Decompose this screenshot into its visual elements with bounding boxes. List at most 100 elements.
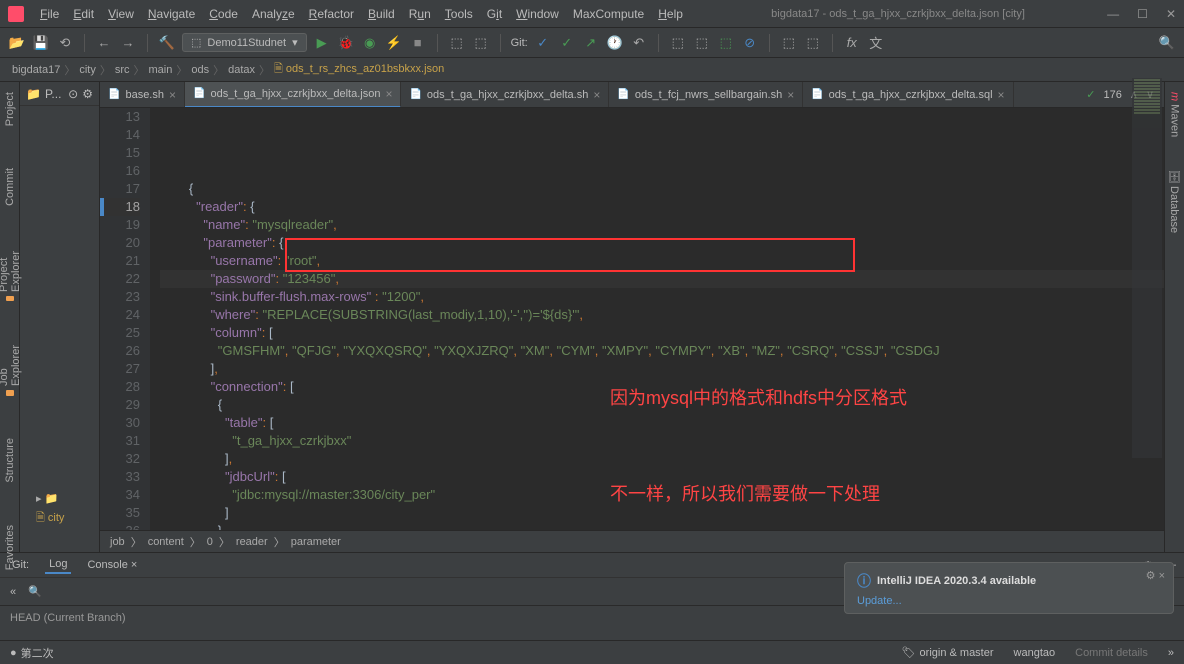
open-icon[interactable]: 📂 [8, 34, 26, 52]
translate-icon[interactable]: 文 [867, 34, 885, 52]
search-icon[interactable]: 🔍 [28, 585, 42, 598]
menu-build[interactable]: Build [362, 5, 401, 23]
side-database[interactable]: 🗄 Database [1166, 163, 1183, 239]
profile-icon[interactable]: ⚡ [385, 34, 403, 52]
crumb[interactable]: city [75, 64, 100, 76]
menu-analyze[interactable]: Analyze [246, 5, 301, 23]
forward-icon[interactable]: → [119, 34, 137, 52]
menu-run[interactable]: Run [403, 5, 437, 23]
notif-close-icon[interactable]: ⚙ × [1146, 569, 1165, 582]
menu-navigate[interactable]: Navigate [142, 5, 201, 23]
git-push-icon[interactable]: ↗ [582, 34, 600, 52]
branch-status[interactable]: 🏷 origin & master [902, 646, 994, 659]
project-tree[interactable]: ▸ 📁 🗎 city [20, 106, 99, 534]
tab-delta-sh[interactable]: 📄ods_t_ga_hjxx_czrkjbxx_delta.sh× [401, 82, 609, 108]
git-rollback-icon[interactable]: ↶ [630, 34, 648, 52]
crumb[interactable]: bigdata17 [8, 64, 64, 76]
side-structure[interactable]: Structure [2, 432, 18, 489]
extra6-icon[interactable]: ⬚ [804, 34, 822, 52]
menu-file[interactable]: File [34, 5, 65, 23]
bc[interactable]: content [148, 536, 184, 548]
notif-title: IntelliJ IDEA 2020.3.4 available [857, 571, 1161, 591]
code-editor[interactable]: 1314151617181920212223242526272829303132… [100, 108, 1164, 530]
arrow-icon[interactable]: « [10, 586, 16, 598]
log-tab[interactable]: Log [45, 556, 71, 574]
debug-icon[interactable]: 🐞 [337, 34, 355, 52]
close-icon[interactable]: ✕ [1166, 7, 1176, 21]
bc[interactable]: reader [236, 536, 268, 548]
right-sidebar: m Maven 🗄 Database [1164, 82, 1184, 552]
extra4-icon[interactable]: ⊘ [741, 34, 759, 52]
crumb[interactable]: main [145, 64, 177, 76]
menu-edit[interactable]: Edit [67, 5, 100, 23]
user-status: wangtao [1014, 647, 1056, 659]
refresh-icon[interactable]: ⟲ [56, 34, 74, 52]
commit-details[interactable]: Commit details [1075, 647, 1148, 659]
left-sidebar: Project Commit Project Explorer Job Expl… [0, 82, 20, 552]
side-favorites[interactable]: Favorites [2, 519, 18, 576]
notif-update-link[interactable]: Update... [857, 595, 1161, 607]
side-maven[interactable]: m Maven [1167, 86, 1183, 143]
git-history-icon[interactable]: 🕐 [606, 34, 624, 52]
bc[interactable]: 0 [207, 536, 213, 548]
side-commit[interactable]: Commit [2, 162, 18, 212]
check-icon[interactable]: ✓ [1086, 88, 1095, 101]
tab-delta-json[interactable]: 📄ods_t_ga_hjxx_czrkjbxx_delta.json× [185, 82, 401, 108]
bc[interactable]: parameter [291, 536, 341, 548]
tab-sellbargain-sh[interactable]: 📄ods_t_fcj_nwrs_sellbargain.sh× [609, 82, 803, 108]
gear-icon[interactable]: ⚙ [82, 87, 93, 101]
menu-refactor[interactable]: Refactor [303, 5, 360, 23]
tool2-icon[interactable]: ⬚ [472, 34, 490, 52]
menu-window[interactable]: Window [510, 5, 565, 23]
crumb[interactable]: src [111, 64, 134, 76]
extra2-icon[interactable]: ⬚ [693, 34, 711, 52]
crumb-file[interactable]: 🗎 ods_t_rs_zhcs_az01bsbkxx.json [270, 60, 448, 79]
git-label: Git: [511, 37, 528, 49]
menu-git[interactable]: Git [481, 5, 508, 23]
bc[interactable]: job [110, 536, 125, 548]
target-icon[interactable]: ⊙ [68, 87, 78, 101]
hammer-icon[interactable]: 🔨 [158, 34, 176, 52]
fx-icon[interactable]: fx [843, 34, 861, 52]
tab-delta-sql[interactable]: 📄ods_t_ga_hjxx_czrkjbxx_delta.sql× [803, 82, 1013, 108]
extra5-icon[interactable]: ⬚ [780, 34, 798, 52]
minimize-icon[interactable]: — [1107, 7, 1119, 21]
coverage-icon[interactable]: ◉ [361, 34, 379, 52]
crumb[interactable]: datax [224, 64, 259, 76]
status-item[interactable]: ● 第二次 [10, 645, 54, 661]
menu-help[interactable]: Help [652, 5, 689, 23]
side-project[interactable]: Project [2, 86, 18, 132]
console-tab[interactable]: Console × [83, 557, 141, 573]
expand-icon[interactable]: » [1168, 647, 1174, 659]
menu-maxcompute[interactable]: MaxCompute [567, 5, 650, 23]
extra1-icon[interactable]: ⬚ [669, 34, 687, 52]
extra3-icon[interactable]: ⬚ [717, 34, 735, 52]
back-icon[interactable]: ← [95, 34, 113, 52]
close-icon[interactable]: × [169, 88, 176, 102]
close-icon[interactable]: × [593, 88, 600, 102]
minimap[interactable] [1132, 78, 1162, 458]
crumb[interactable]: ods [187, 64, 213, 76]
search-icon[interactable]: 🔍 [1158, 34, 1176, 52]
menu-code[interactable]: Code [203, 5, 244, 23]
close-icon[interactable]: × [385, 87, 392, 101]
git-update-icon[interactable]: ✓ [534, 34, 552, 52]
tab-base-sh[interactable]: 📄base.sh× [100, 82, 185, 108]
menu-view[interactable]: View [102, 5, 140, 23]
side-project-explorer[interactable]: Project Explorer [0, 242, 24, 307]
code-area[interactable]: 因为mysql中的格式和hdfs中分区格式 不一样，所以我们需要做一下处理 { … [150, 108, 1164, 530]
titlebar: File Edit View Navigate Code Analyze Ref… [0, 0, 1184, 28]
side-job-explorer[interactable]: Job Explorer [0, 337, 24, 402]
close-icon[interactable]: × [998, 88, 1005, 102]
code-breadcrumb: job〉 content〉 0〉 reader〉 parameter [100, 530, 1164, 552]
tool1-icon[interactable]: ⬚ [448, 34, 466, 52]
save-icon[interactable]: 💾 [32, 34, 50, 52]
menu-tools[interactable]: Tools [439, 5, 479, 23]
maximize-icon[interactable]: ☐ [1137, 7, 1148, 21]
editor-tabs: 📄base.sh× 📄ods_t_ga_hjxx_czrkjbxx_delta.… [100, 82, 1164, 108]
git-commit-icon[interactable]: ✓ [558, 34, 576, 52]
stop-icon[interactable]: ■ [409, 34, 427, 52]
close-icon[interactable]: × [787, 88, 794, 102]
run-icon[interactable]: ▶ [313, 34, 331, 52]
run-config-combo[interactable]: ⬚Demo11Studnet▾ [182, 33, 307, 52]
